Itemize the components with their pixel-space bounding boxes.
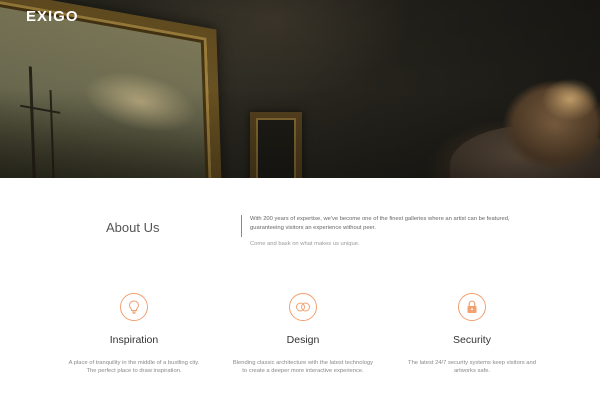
about-subtext: Come and bask on what makes us unique. (250, 241, 360, 247)
lock-icon (458, 293, 486, 321)
feature-description: The latest 24/7 security systems keep vi… (408, 360, 536, 374)
rings-icon (289, 293, 317, 321)
feature-inspiration: Inspiration A place of tranquility in th… (49, 293, 219, 375)
about-divider (241, 215, 242, 237)
feature-design: Design Blending classic architecture wit… (218, 293, 388, 375)
logo[interactable]: EXIGO (26, 8, 79, 25)
about-title: About Us (106, 220, 160, 235)
hero-banner: EXIGO (0, 0, 600, 178)
feature-description: A place of tranquility in the middle of … (68, 360, 200, 374)
feature-description: Blending classic architecture with the l… (232, 360, 374, 374)
about-text: With 200 years of expertise, we've becom… (250, 216, 510, 231)
feature-security: Security The latest 24/7 security system… (387, 293, 557, 375)
feature-title: Security (453, 334, 491, 346)
lightbulb-icon (120, 293, 148, 321)
feature-title: Design (286, 334, 320, 346)
feature-title: Inspiration (109, 334, 159, 346)
